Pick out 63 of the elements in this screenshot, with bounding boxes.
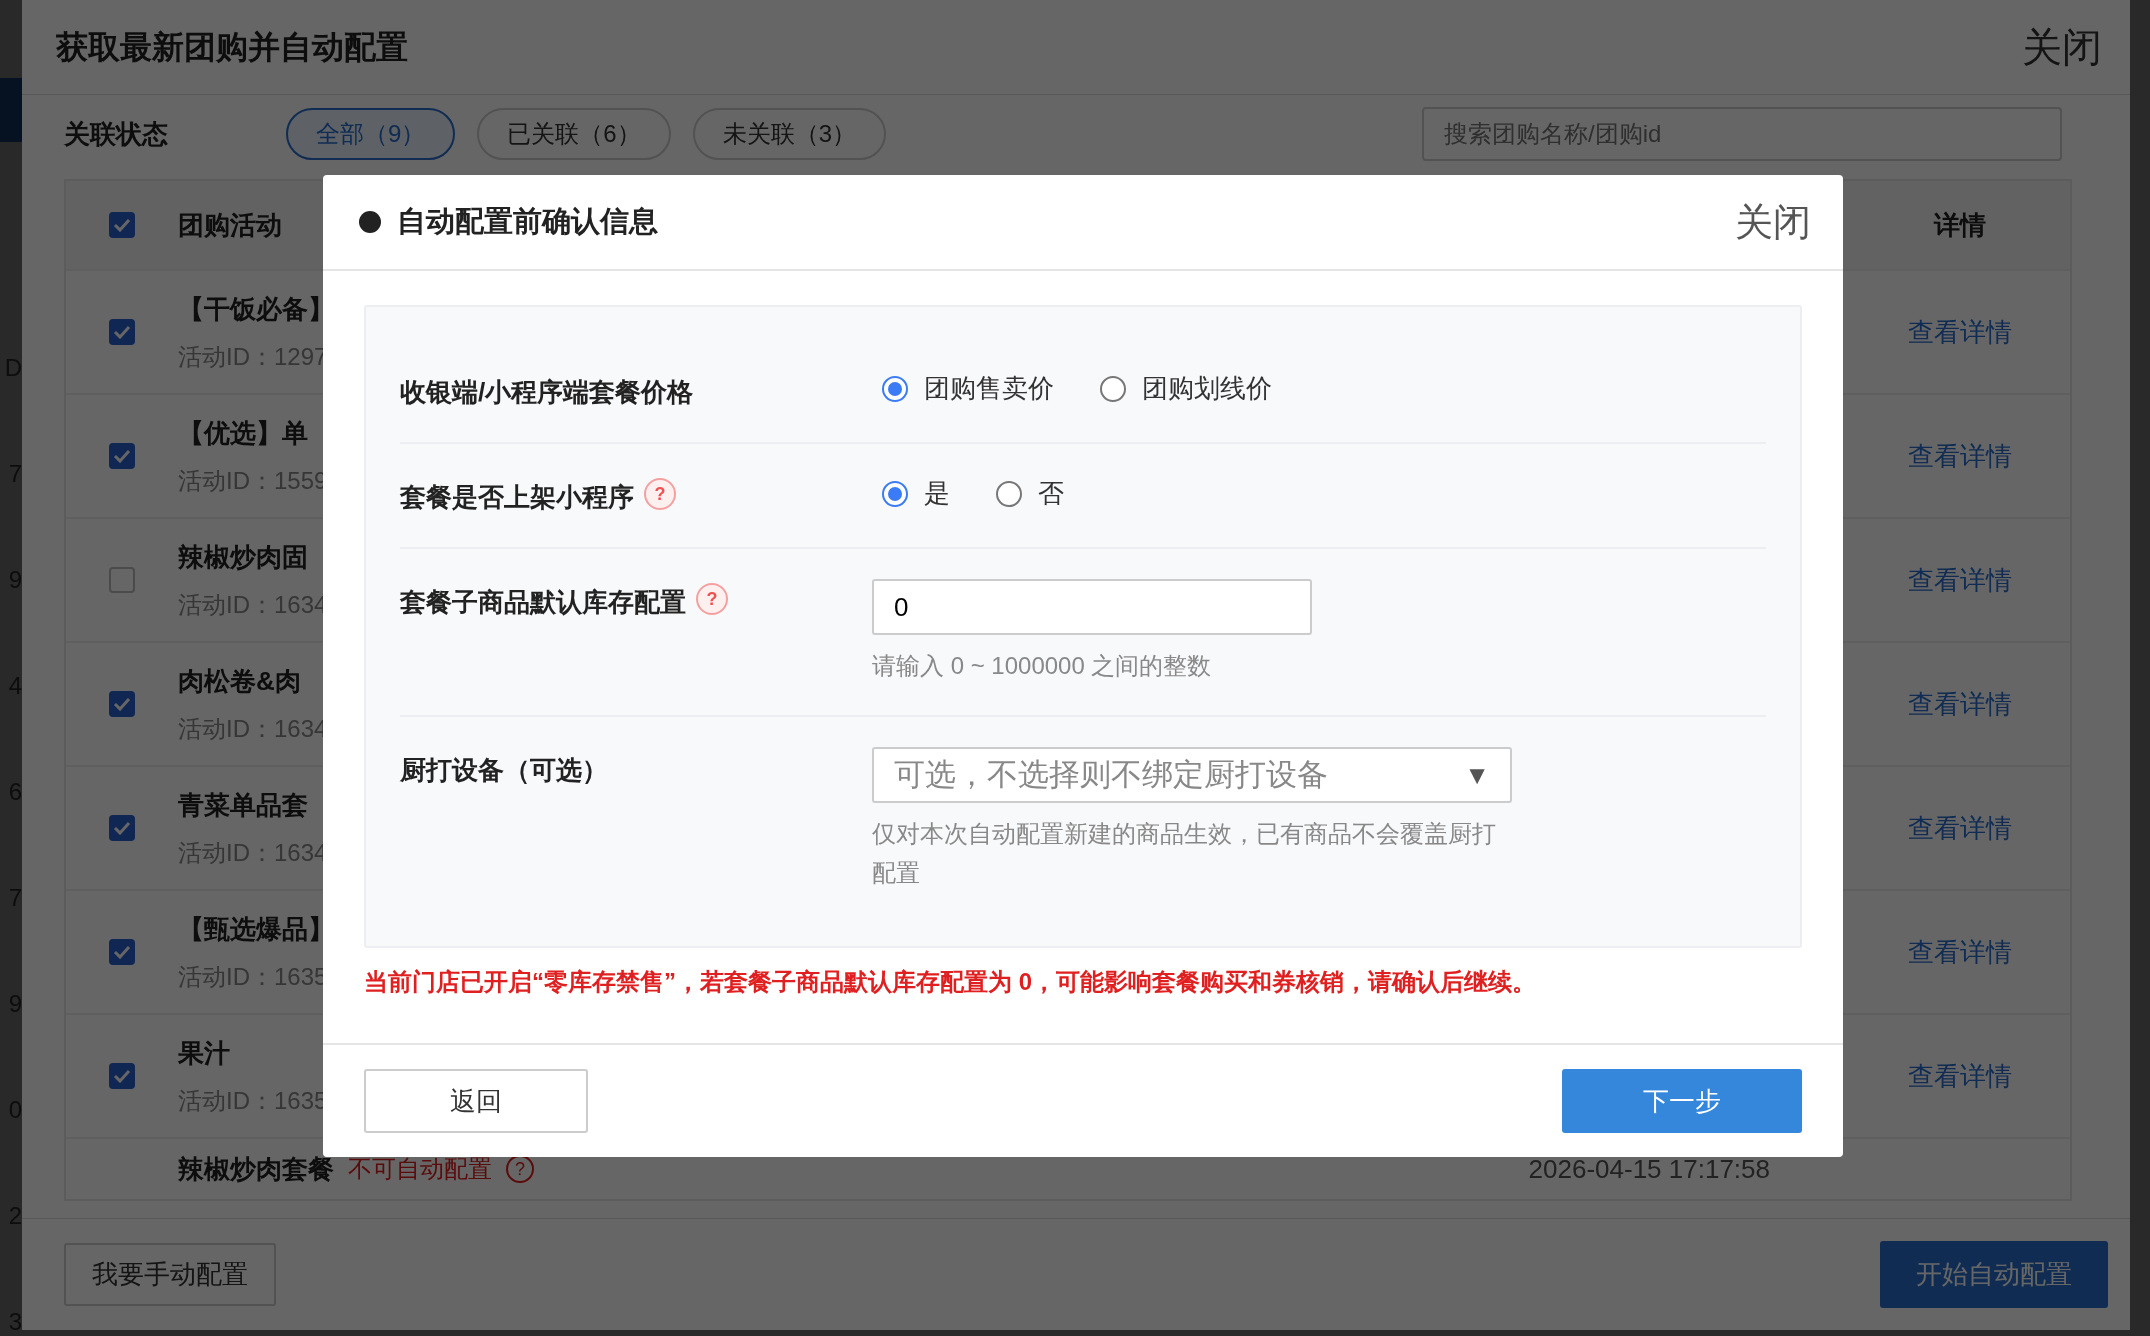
printer-select[interactable]: 可选，不选择则不绑定厨打设备 ▼ <box>872 747 1512 804</box>
bullet-icon <box>359 211 381 233</box>
details-link[interactable]: 查看详情 <box>1908 936 2012 967</box>
checkbox[interactable] <box>109 815 135 841</box>
details-link[interactable]: 查看详情 <box>1908 440 2012 471</box>
details-link[interactable]: 查看详情 <box>1908 564 2012 595</box>
check-icon <box>113 218 131 232</box>
checkbox[interactable] <box>109 691 135 717</box>
field-label: 收银端/小程序端套餐价格 <box>400 376 694 409</box>
start-config-button[interactable]: 开始自动配置 <box>1880 1241 2108 1308</box>
close-link[interactable]: 关闭 <box>2022 17 2102 77</box>
help-icon[interactable]: ? <box>696 583 728 615</box>
checkbox[interactable] <box>109 212 135 238</box>
checkbox[interactable] <box>109 443 135 469</box>
details-link[interactable]: 查看详情 <box>1908 316 2012 347</box>
close-link[interactable]: 关闭 <box>1735 193 1811 251</box>
manual-config-button[interactable]: 我要手动配置 <box>64 1243 276 1306</box>
field-label: 厨打设备（可选） <box>400 754 608 788</box>
activity-name: 果汁 <box>178 1036 230 1070</box>
checkbox[interactable] <box>109 1063 135 1089</box>
back-button[interactable]: 返回 <box>364 1069 588 1133</box>
status-text: 不可自动配置 <box>348 1154 492 1184</box>
radio-option[interactable]: 否 <box>996 474 1064 513</box>
warning-text: 当前门店已开启“零库存禁售”，若套餐子商品默认库存配置为 0，可能影响套餐购买和券核销，请确认后继续。 <box>364 967 1537 997</box>
checkbox[interactable] <box>109 939 135 965</box>
check-icon <box>113 821 131 835</box>
radio-option[interactable]: 是 <box>882 474 950 513</box>
check-icon <box>113 1069 131 1083</box>
modal-title: 自动配置前确认信息 <box>397 204 658 240</box>
dialog-title: 获取最新团购并自动配置 <box>56 28 408 67</box>
check-icon <box>113 325 131 339</box>
help-icon[interactable]: ? <box>644 478 676 510</box>
hint-text: 仅对本次自动配置新建的商品生效，已有商品不会覆盖厨打配置 <box>872 819 1497 888</box>
checkbox[interactable] <box>109 319 135 345</box>
checkbox[interactable] <box>109 567 135 593</box>
field-label: 套餐子商品默认库存配置 <box>400 586 686 619</box>
check-icon <box>113 697 131 711</box>
details-link[interactable]: 查看详情 <box>1908 812 2012 843</box>
filter-tab[interactable]: 全部（9） <box>286 108 456 160</box>
column-header: 团购活动 <box>178 208 282 242</box>
activity-name: 辣椒炒肉套餐 <box>178 1152 334 1186</box>
check-icon <box>113 945 131 959</box>
filter-tab[interactable]: 已关联（6） <box>477 108 671 160</box>
radio-option[interactable]: 团购售卖价 <box>882 369 1054 408</box>
activity-name: 【干饭必备】 <box>178 292 334 326</box>
timestamp: 2026-04-15 17:17:58 <box>1528 1152 1770 1186</box>
active-tab-edge <box>0 78 22 142</box>
activity-name: 【优选】单 <box>178 416 308 450</box>
column-header: 详情 <box>1934 209 1986 240</box>
check-icon <box>113 449 131 463</box>
activity-name: 【甄选爆品】 <box>178 912 334 946</box>
filter-tab[interactable]: 未关联（3） <box>692 108 887 160</box>
field-label: 套餐是否上架小程序 <box>400 481 634 514</box>
activity-name: 辣椒炒肉固 <box>178 540 308 574</box>
filter-label: 关联状态 <box>64 117 169 151</box>
details-link[interactable]: 查看详情 <box>1908 1060 2012 1091</box>
next-button[interactable]: 下一步 <box>1562 1069 1802 1133</box>
activity-name: 青菜单品套 <box>178 788 308 822</box>
hint-text: 请输入 0 ~ 1000000 之间的整数 <box>872 651 1213 681</box>
radio-option[interactable]: 团购划线价 <box>1100 369 1272 408</box>
stock-input-field[interactable]: 0 <box>872 579 1312 635</box>
details-link[interactable]: 查看详情 <box>1908 688 2012 719</box>
activity-name: 肉松卷&肉 <box>178 664 301 698</box>
